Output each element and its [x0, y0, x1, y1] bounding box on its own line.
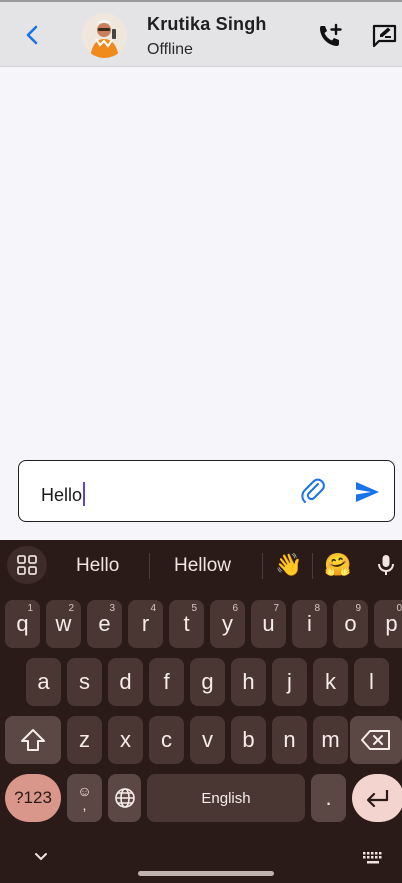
key-w[interactable]: w2	[46, 600, 81, 648]
back-arrow-icon[interactable]	[18, 21, 46, 49]
key-u[interactable]: u7	[251, 600, 286, 648]
microphone-icon[interactable]	[374, 553, 398, 577]
key-c[interactable]: c	[149, 716, 184, 764]
key-n[interactable]: n	[272, 716, 307, 764]
key-label: a	[37, 669, 50, 694]
suggestion-2[interactable]: Hellow	[174, 555, 231, 577]
key-label: x	[120, 727, 131, 752]
key-label: u	[262, 611, 275, 636]
key-label: t	[183, 611, 190, 636]
send-icon[interactable]	[353, 478, 381, 506]
key-label: b	[242, 727, 255, 752]
globe-icon[interactable]	[108, 774, 141, 822]
key-label: m	[321, 727, 340, 752]
key-label: e	[98, 611, 111, 636]
emoji-suggestion-2[interactable]: 🤗	[324, 552, 351, 578]
key-g[interactable]: g	[190, 658, 225, 706]
key-label: z	[79, 727, 90, 752]
key-label: q	[16, 611, 29, 636]
suggestion-divider	[312, 553, 313, 579]
keyboard-switch-icon[interactable]	[362, 851, 384, 865]
emoji-key-glyph: ☺	[77, 783, 92, 799]
key-label: f	[163, 669, 170, 694]
key-hint: 5	[191, 603, 197, 614]
key-e[interactable]: e3	[87, 600, 122, 648]
key-hint: 9	[355, 603, 361, 614]
paperclip-icon[interactable]	[299, 477, 327, 505]
key-label: h	[242, 669, 255, 694]
key-m[interactable]: m	[313, 716, 348, 764]
key-s[interactable]: s	[67, 658, 102, 706]
key-l[interactable]: l	[354, 658, 389, 706]
key-label: i	[307, 611, 312, 636]
key-hint: 2	[68, 603, 74, 614]
key-p[interactable]: p0	[374, 600, 402, 648]
key-label: l	[369, 669, 374, 694]
key-label: o	[344, 611, 357, 636]
key-label: v	[202, 727, 213, 752]
key-hint: 1	[27, 603, 33, 614]
soft-keyboard: Hello Hellow 👋 🤗 ?123 ☺ , English . q 1 …	[0, 540, 402, 883]
suggestion-1[interactable]: Hello	[76, 555, 119, 577]
key-label: j	[287, 669, 292, 694]
emoji-key-comma: ,	[82, 797, 87, 813]
message-composer[interactable]: Hello	[18, 460, 395, 522]
new-message-icon[interactable]	[371, 22, 399, 50]
key-i[interactable]: i8	[292, 600, 327, 648]
chat-header: Krutika Singh Offline	[0, 0, 402, 67]
text-cursor	[83, 482, 86, 506]
key-label: s	[79, 669, 90, 694]
key-d[interactable]: d	[108, 658, 143, 706]
key-k[interactable]: k	[313, 658, 348, 706]
key-y[interactable]: y6	[210, 600, 245, 648]
backspace-key[interactable]	[350, 716, 402, 764]
key-z[interactable]: z	[67, 716, 102, 764]
key-hint: 7	[273, 603, 279, 614]
key-q[interactable]: q1	[5, 600, 40, 648]
period-key[interactable]: .	[311, 774, 346, 822]
add-call-icon[interactable]	[316, 22, 344, 50]
contact-status: Offline	[147, 41, 193, 58]
hide-keyboard-icon[interactable]	[34, 852, 48, 862]
emoji-key[interactable]: ☺ ,	[67, 774, 102, 822]
key-x[interactable]: x	[108, 716, 143, 764]
key-r[interactable]: r4	[128, 600, 163, 648]
key-a[interactable]: a	[26, 658, 61, 706]
key-f[interactable]: f	[149, 658, 184, 706]
contact-name[interactable]: Krutika Singh	[147, 14, 267, 35]
key-hint: 4	[150, 603, 156, 614]
suggestion-divider	[149, 553, 150, 579]
key-hint: 0	[396, 603, 402, 614]
message-input[interactable]: Hello	[41, 482, 86, 506]
key-label: n	[283, 727, 296, 752]
key-label: c	[161, 727, 172, 752]
key-label: y	[222, 611, 233, 636]
avatar[interactable]	[82, 13, 127, 58]
key-label: w	[55, 611, 72, 636]
enter-key[interactable]	[352, 774, 402, 822]
key-b[interactable]: b	[231, 716, 266, 764]
key-hint: 3	[109, 603, 115, 614]
key-hint: 8	[314, 603, 320, 614]
keyboard-apps-icon[interactable]	[7, 546, 47, 584]
key-t[interactable]: t5	[169, 600, 204, 648]
key-h[interactable]: h	[231, 658, 266, 706]
key-v[interactable]: v	[190, 716, 225, 764]
emoji-suggestion-1[interactable]: 👋	[275, 552, 302, 578]
key-label: p	[385, 611, 398, 636]
suggestion-divider	[262, 553, 263, 579]
key-j[interactable]: j	[272, 658, 307, 706]
key-label: r	[141, 611, 150, 636]
shift-key[interactable]	[5, 716, 61, 764]
message-input-text: Hello	[41, 485, 83, 505]
key-label: k	[325, 669, 336, 694]
suggestion-bar: Hello Hellow 👋 🤗	[0, 540, 402, 590]
gesture-nav-bar[interactable]	[138, 871, 274, 876]
symbols-key[interactable]: ?123	[5, 774, 61, 822]
key-label: d	[119, 669, 132, 694]
key-hint: 6	[232, 603, 238, 614]
key-label: g	[201, 669, 214, 694]
key-o[interactable]: o9	[333, 600, 368, 648]
space-key[interactable]: English	[147, 774, 305, 822]
